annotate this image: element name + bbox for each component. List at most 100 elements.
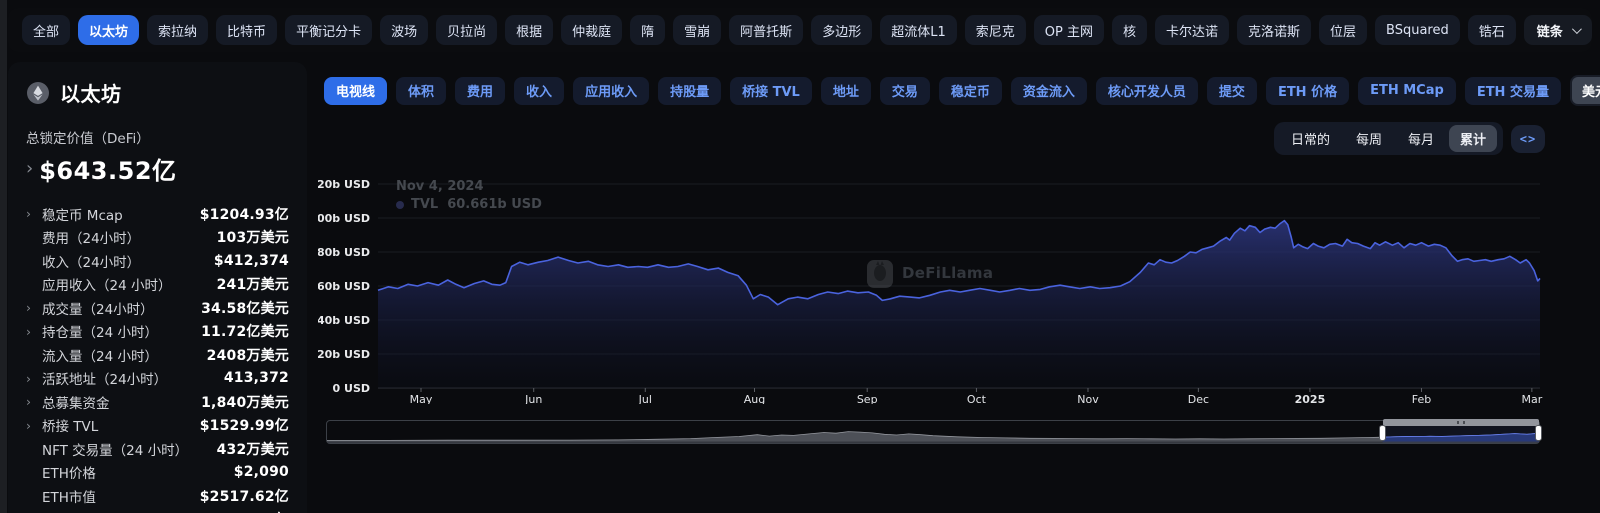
chain-tab[interactable]: 位层: [1319, 15, 1367, 45]
chain-tab[interactable]: 卡尔达诺: [1155, 15, 1229, 45]
metric-tab[interactable]: ETH 交易量: [1465, 77, 1561, 105]
metric-tab[interactable]: 核心开发人员: [1096, 77, 1198, 105]
chevron-right-icon[interactable]: ›: [26, 300, 42, 315]
tvl-value: $643.52亿: [39, 151, 176, 186]
chain-tab[interactable]: 比特币: [216, 15, 277, 45]
stat-row: ›持仓量（24 小时）11.72亿美元: [26, 320, 289, 344]
stat-label: 联邦理工学院: [42, 509, 123, 513]
stat-label: 活跃地址（24小时）: [42, 368, 167, 388]
stat-value: $412,374: [214, 253, 289, 269]
stat-row: 应用收入（24 小时）241万美元: [26, 273, 289, 297]
chevron-right-icon[interactable]: ›: [26, 371, 42, 386]
period-option[interactable]: 日常的: [1280, 125, 1341, 152]
chain-tab[interactable]: BSquared: [1375, 15, 1460, 45]
chevron-right-icon[interactable]: ›: [26, 418, 42, 433]
chain-tab[interactable]: 仲裁庭: [561, 15, 622, 45]
chain-tab[interactable]: 索拉纳: [147, 15, 208, 45]
metric-tab[interactable]: ETH 价格: [1266, 77, 1349, 105]
chain-summary-panel: 以太坊 总锁定价值（DeFi） › $643.52亿 ›稳定币 Mcap$120…: [8, 62, 307, 513]
stat-row: 费用（24小时） 103万美元: [26, 226, 289, 250]
stat-row: NFT 交易量（24 小时）432万美元: [26, 437, 289, 461]
tvl-area-chart[interactable]: 0 USD20b USD40b USD60b USD80b USD100b US…: [318, 169, 1545, 404]
timeline-brush[interactable]: [326, 420, 1540, 444]
brush-handle-left[interactable]: [1379, 425, 1386, 441]
metric-tab[interactable]: 应用收入: [573, 77, 649, 105]
chain-tab[interactable]: 以太坊: [78, 15, 139, 45]
stat-row: ›稳定币 Mcap$1204.93亿: [26, 202, 289, 226]
chains-dropdown-button[interactable]: 链条: [1524, 15, 1592, 45]
chain-tab[interactable]: 雪崩: [673, 15, 721, 45]
svg-text:60b USD: 60b USD: [318, 280, 370, 293]
metric-tab[interactable]: 交易: [880, 77, 930, 105]
chevron-right-icon[interactable]: ›: [26, 206, 42, 221]
chain-tab[interactable]: 波场: [380, 15, 428, 45]
chain-title: 以太坊: [60, 78, 122, 107]
metric-tab[interactable]: 费用: [455, 77, 505, 105]
stat-value: 1,840万美元: [201, 392, 289, 412]
svg-text:Aug: Aug: [744, 393, 765, 404]
tvl-chart-svg: 0 USD20b USD40b USD60b USD80b USD100b US…: [318, 169, 1545, 404]
stat-row: ›活跃地址（24小时）413,372: [26, 367, 289, 391]
chain-tab[interactable]: 索尼克: [965, 15, 1026, 45]
stat-row: 流入量（24 小时）2408万美元: [26, 343, 289, 367]
svg-text:100b USD: 100b USD: [318, 212, 370, 225]
brush-handle-right[interactable]: [1535, 425, 1542, 441]
chevron-right-icon[interactable]: ›: [26, 324, 42, 339]
period-option[interactable]: 每月: [1397, 125, 1445, 152]
period-option[interactable]: 每周: [1345, 125, 1393, 152]
svg-text:0 USD: 0 USD: [333, 382, 370, 395]
metric-tab[interactable]: 稳定币: [939, 77, 1002, 105]
chain-tab[interactable]: OP 主网: [1034, 15, 1104, 45]
metric-tabs-row: 电视线体积费用收入应用收入持股量桥接 TVL 地址交易稳定币资金流入核心开发人员提…: [316, 62, 1592, 106]
svg-text:2025: 2025: [1295, 393, 1326, 404]
period-option[interactable]: 累计: [1449, 125, 1497, 152]
metric-tab[interactable]: 电视线: [324, 77, 387, 105]
metric-tab[interactable]: 持股量: [658, 77, 721, 105]
svg-text:May: May: [410, 393, 433, 404]
metric-tab[interactable]: 桥接 TVL: [730, 77, 812, 105]
metric-tab[interactable]: 体积: [396, 77, 446, 105]
chain-tabs-group: 全部以太坊索拉纳比特币平衡记分卡波场贝拉尚根据仲裁庭隋雪崩阿普托斯多边形超流体L…: [22, 15, 1524, 45]
chain-tab[interactable]: 阿普托斯: [729, 15, 803, 45]
chain-tab[interactable]: 根据: [505, 15, 553, 45]
chain-tab[interactable]: 多边形: [811, 15, 872, 45]
stat-label: 总募集资金: [42, 392, 110, 412]
stat-value: 34.58亿美元: [201, 298, 289, 318]
svg-text:20b USD: 20b USD: [318, 348, 370, 361]
chain-tab[interactable]: 隋: [630, 15, 665, 45]
stat-value: $2517.62亿: [200, 509, 289, 513]
stat-label: 流入量（24 小时）: [42, 345, 158, 365]
expand-chevron-icon[interactable]: ›: [26, 160, 33, 178]
ethereum-logo-icon: [26, 81, 50, 105]
chain-navbar: 全部以太坊索拉纳比特币平衡记分卡波场贝拉尚根据仲裁庭隋雪崩阿普托斯多边形超流体L…: [8, 8, 1592, 52]
brush-selection-bar[interactable]: [1383, 419, 1539, 426]
stat-value: $2,090: [234, 464, 289, 480]
metric-tabs-group: 电视线体积费用收入应用收入持股量桥接 TVL 地址交易稳定币资金流入核心开发人员提…: [324, 77, 1570, 105]
chart-controls-row: 日常的每周每月累计 <>: [316, 122, 1592, 155]
embed-chart-button[interactable]: <>: [1511, 125, 1545, 153]
chain-tab[interactable]: 锆石: [1468, 15, 1516, 45]
chevron-right-icon[interactable]: ›: [26, 394, 42, 409]
currency-option[interactable]: 美元: [1572, 77, 1600, 104]
metric-tab[interactable]: ETH MCap: [1358, 77, 1456, 105]
page-left-edge: [0, 0, 7, 513]
chain-tab[interactable]: 全部: [22, 15, 70, 45]
stat-label: 桥接 TVL: [42, 415, 98, 435]
metric-tab[interactable]: 资金流入: [1011, 77, 1087, 105]
chains-dropdown-label: 链条: [1537, 21, 1563, 40]
chain-tab[interactable]: 平衡记分卡: [285, 15, 372, 45]
chain-tab[interactable]: 克洛诺斯: [1237, 15, 1311, 45]
chain-tab[interactable]: 超流体L1: [880, 15, 957, 45]
metric-tab[interactable]: 提交: [1207, 77, 1257, 105]
metric-tab[interactable]: 收入: [514, 77, 564, 105]
tvl-label: 总锁定价值（DeFi）: [26, 127, 289, 147]
stat-value: 103万美元: [217, 227, 289, 247]
stat-label: 费用（24小时）: [42, 227, 140, 247]
metric-tab[interactable]: 地址: [821, 77, 871, 105]
chart-panel: 电视线体积费用收入应用收入持股量桥接 TVL 地址交易稳定币资金流入核心开发人员提…: [316, 62, 1592, 513]
chain-tab[interactable]: 核: [1112, 15, 1147, 45]
stat-label: 持仓量（24 小时）: [42, 321, 158, 341]
stat-row: ›桥接 TVL$1529.99亿: [26, 414, 289, 438]
svg-text:Nov: Nov: [1077, 393, 1099, 404]
chain-tab[interactable]: 贝拉尚: [436, 15, 497, 45]
